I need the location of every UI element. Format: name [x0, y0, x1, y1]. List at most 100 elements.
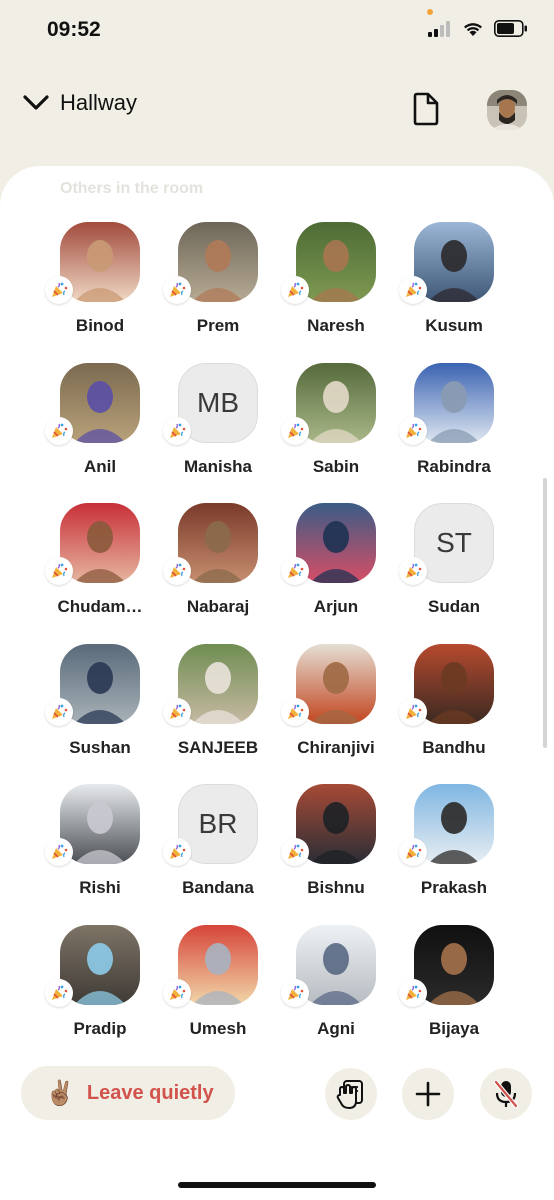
home-indicator[interactable]	[178, 1182, 376, 1188]
participant-tile[interactable]: Chiranjivi	[277, 642, 395, 772]
participant-tile[interactable]: Kusum	[395, 220, 513, 350]
participant-name: Chudam…	[57, 597, 143, 617]
scrollbar[interactable]	[543, 478, 547, 748]
participant-tile[interactable]: Rabindra	[395, 361, 513, 491]
bottom-action-bar: ✌🏽 Leave quietly	[0, 1060, 554, 1130]
party-popper-icon	[163, 838, 191, 867]
participant-tile[interactable]: Agni	[277, 923, 395, 1053]
peace-hand-icon: ✌🏽	[45, 1079, 75, 1107]
participant-tile[interactable]: Umesh	[159, 923, 277, 1053]
status-bar: 09:52	[0, 0, 554, 62]
room-sheet: Others in the room Binod Prem Naresh Kusum A…	[0, 166, 554, 1200]
participant-tile[interactable]: Sabin	[277, 361, 395, 491]
room-header: Hallway	[0, 62, 554, 162]
participant-tile[interactable]: Nabaraj	[159, 501, 277, 631]
participant-name: Rishi	[79, 878, 121, 898]
document-icon	[413, 92, 439, 126]
party-popper-icon	[45, 979, 73, 1007]
participant-name: Prem	[196, 316, 240, 335]
raise-hand-icon	[336, 1080, 363, 1109]
party-popper-icon	[281, 979, 309, 1007]
participant-tile[interactable]: Chudam…	[41, 501, 159, 631]
status-time: 09:52	[47, 18, 101, 41]
add-button[interactable]	[402, 1068, 454, 1120]
participant-name: SANJEEB	[177, 737, 259, 757]
party-popper-icon	[163, 416, 191, 445]
party-popper-icon	[163, 276, 191, 304]
participant-name: Naresh	[307, 316, 365, 335]
party-popper-icon	[45, 838, 73, 867]
participant-name: Kusum	[425, 316, 483, 335]
party-popper-icon	[399, 979, 427, 1007]
participant-tile[interactable]: BR Bandana	[159, 782, 277, 912]
party-popper-icon	[281, 838, 309, 867]
participant-name: Bandana	[182, 878, 254, 898]
chevron-down-icon	[23, 95, 49, 110]
participant-name: Chiranjivi	[297, 737, 375, 757]
participant-tile[interactable]: Bijaya	[395, 923, 513, 1053]
profile-avatar[interactable]	[487, 90, 527, 130]
participant-name: Rabindra	[417, 456, 491, 476]
document-button[interactable]	[412, 92, 440, 131]
raise-hand-button[interactable]	[325, 1068, 377, 1120]
participant-tile[interactable]: ST Sudan	[395, 501, 513, 631]
participant-tile[interactable]: Pradip	[41, 923, 159, 1053]
participant-name: Prakash	[420, 878, 488, 898]
others-section-label: Others in the room	[60, 180, 204, 197]
room-collapse-toggle[interactable]: Hallway	[22, 90, 137, 116]
party-popper-icon	[281, 557, 309, 586]
party-popper-icon	[281, 276, 309, 304]
participant-name: Bijaya	[428, 1019, 480, 1038]
participant-name: Pradip	[73, 1019, 127, 1038]
party-popper-icon	[399, 276, 427, 304]
profile-photo	[487, 90, 527, 130]
participant-name: Sudan	[428, 597, 480, 617]
microphone-muted-icon	[493, 1079, 519, 1109]
plus-icon	[415, 1081, 441, 1107]
participant-tile[interactable]: Prem	[159, 220, 277, 350]
participant-tile[interactable]: Bishnu	[277, 782, 395, 912]
party-popper-icon	[399, 557, 427, 586]
status-icons	[428, 20, 528, 37]
party-popper-icon	[45, 416, 73, 445]
mute-toggle-button[interactable]	[480, 1068, 532, 1120]
participant-name: Binod	[75, 316, 125, 335]
participant-name: Bishnu	[307, 878, 365, 898]
party-popper-icon	[163, 557, 191, 586]
participant-name: Umesh	[189, 1019, 247, 1038]
participant-tile[interactable]: Binod	[41, 220, 159, 350]
participant-name: Bandhu	[422, 737, 486, 757]
party-popper-icon	[399, 697, 427, 726]
party-popper-icon	[45, 697, 73, 726]
cellular-signal-icon	[428, 20, 450, 37]
participant-tile[interactable]: Prakash	[395, 782, 513, 912]
party-popper-icon	[163, 979, 191, 1007]
participant-name: Arjun	[313, 597, 359, 617]
participant-name: Anil	[83, 456, 117, 476]
party-popper-icon	[281, 416, 309, 445]
participant-tile[interactable]: SANJEEB	[159, 642, 277, 772]
party-popper-icon	[399, 838, 427, 867]
party-popper-icon	[45, 557, 73, 586]
privacy-indicator-dot	[427, 9, 433, 15]
participant-name: Nabaraj	[186, 597, 250, 617]
room-title: Hallway	[60, 90, 138, 115]
party-popper-icon	[399, 416, 427, 445]
participant-tile[interactable]: Bandhu	[395, 642, 513, 772]
participant-tile[interactable]: Sushan	[41, 642, 159, 772]
participant-tile[interactable]: Naresh	[277, 220, 395, 350]
participant-name: Manisha	[183, 456, 253, 476]
party-popper-icon	[281, 697, 309, 726]
party-popper-icon	[45, 276, 73, 304]
leave-quietly-label: Leave quietly	[86, 1081, 214, 1104]
participant-name: Sushan	[69, 737, 131, 757]
party-popper-icon	[163, 697, 191, 726]
participant-name: Sabin	[312, 456, 360, 476]
participant-tile[interactable]: Rishi	[41, 782, 159, 912]
participant-tile[interactable]: Anil	[41, 361, 159, 491]
participant-tile[interactable]: Arjun	[277, 501, 395, 631]
wifi-icon	[464, 22, 482, 36]
leave-quietly-button[interactable]: ✌🏽 Leave quietly	[21, 1066, 235, 1120]
participant-name: Agni	[317, 1019, 355, 1038]
participant-tile[interactable]: MB Manisha	[159, 361, 277, 491]
